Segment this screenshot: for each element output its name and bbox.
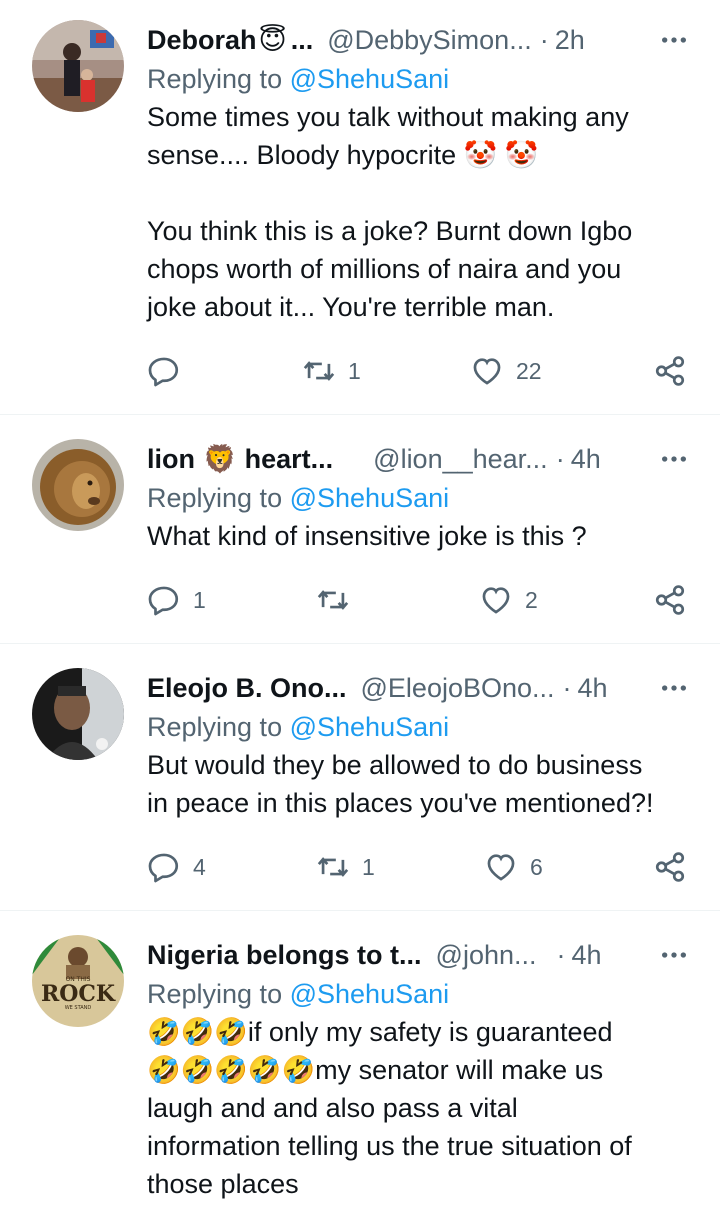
reply-item[interactable]: lion 🦁 heart... @lion__hear... · 4h Repl… bbox=[0, 415, 720, 644]
display-name-suffix[interactable]: heart... bbox=[245, 444, 334, 475]
reply-text: But would they be allowed to do business… bbox=[147, 750, 654, 818]
name-emoji: 😇 bbox=[258, 24, 287, 56]
reply-text: What kind of insensitive joke is this ? bbox=[147, 521, 587, 551]
heart-icon bbox=[482, 587, 510, 614]
reply-text: 🤣🤣🤣if only my safety is guaranteed 🤣🤣🤣🤣🤣… bbox=[147, 1017, 632, 1199]
like-button[interactable]: 6 bbox=[484, 850, 543, 884]
like-count: 22 bbox=[516, 357, 542, 384]
mention-link[interactable]: @ShehuSani bbox=[290, 483, 450, 513]
timestamp[interactable]: 2h bbox=[555, 25, 585, 56]
more-options-button[interactable] bbox=[658, 668, 690, 708]
retweet-icon bbox=[303, 361, 335, 381]
retweet-icon bbox=[317, 590, 349, 610]
user-handle[interactable]: @EleojoBOno... bbox=[361, 673, 555, 704]
retweet-button[interactable]: 1 bbox=[316, 850, 375, 884]
user-handle[interactable]: @lion__hear... bbox=[373, 444, 548, 475]
timestamp[interactable]: 4h bbox=[578, 673, 608, 704]
reply-item[interactable]: ON THIS ROCK WE STAND Nigeria belongs to… bbox=[0, 911, 720, 1227]
more-dots-icon bbox=[662, 685, 686, 691]
reply-button[interactable]: 4 bbox=[147, 850, 206, 884]
reply-header: Deborah 😇 ... @DebbySimon... · 2h bbox=[147, 20, 690, 60]
reply-bubble-icon bbox=[148, 357, 179, 387]
reply-button[interactable]: 1 bbox=[147, 583, 206, 617]
mention-link[interactable]: @ShehuSani bbox=[290, 64, 450, 94]
like-button[interactable]: 22 bbox=[470, 354, 542, 388]
avatar[interactable] bbox=[32, 439, 124, 531]
share-icon bbox=[655, 356, 685, 386]
share-button[interactable] bbox=[653, 354, 687, 388]
timestamp[interactable]: 4h bbox=[571, 444, 601, 475]
replying-to: Replying to @ShehuSani bbox=[147, 975, 690, 1013]
avatar-text-bottom: WE STAND bbox=[65, 1005, 92, 1011]
more-dots-icon bbox=[662, 456, 686, 462]
share-button[interactable] bbox=[653, 583, 687, 617]
retweet-button[interactable]: 1 bbox=[302, 354, 361, 388]
separator-dot: · bbox=[555, 443, 565, 474]
heart-icon bbox=[487, 854, 515, 881]
more-dots-icon bbox=[662, 37, 686, 43]
action-bar: 4 1 6 bbox=[0, 850, 720, 890]
avatar[interactable]: ON THIS ROCK WE STAND bbox=[32, 935, 124, 1027]
retweet-button[interactable] bbox=[316, 583, 362, 617]
share-button[interactable] bbox=[653, 850, 687, 884]
reply-item[interactable]: Deborah 😇 ... @DebbySimon... · 2h Replyi… bbox=[0, 0, 720, 415]
user-handle[interactable]: @john... bbox=[436, 940, 537, 971]
like-count: 6 bbox=[530, 853, 543, 880]
replying-to: Replying to @ShehuSani bbox=[147, 479, 690, 517]
mention-link[interactable]: @ShehuSani bbox=[290, 712, 450, 742]
more-options-button[interactable] bbox=[658, 439, 690, 479]
reply-count: 1 bbox=[193, 586, 206, 613]
timestamp[interactable]: 4h bbox=[572, 940, 602, 971]
retweet-count: 1 bbox=[348, 357, 361, 384]
retweet-icon bbox=[317, 857, 349, 877]
share-icon bbox=[655, 585, 685, 615]
like-button[interactable]: 2 bbox=[479, 583, 538, 617]
reply-header: Nigeria belongs to t... @john... · 4h bbox=[147, 935, 690, 975]
reply-header: lion 🦁 heart... @lion__hear... · 4h bbox=[147, 439, 690, 479]
replying-prefix: Replying to bbox=[147, 483, 283, 513]
avatar[interactable] bbox=[32, 20, 124, 112]
separator-dot: · bbox=[556, 939, 566, 970]
replying-to: Replying to @ShehuSani bbox=[147, 60, 690, 98]
share-icon bbox=[655, 852, 685, 882]
separator-dot: · bbox=[539, 24, 549, 55]
display-name[interactable]: Eleojo B. Ono... bbox=[147, 673, 347, 704]
more-options-button[interactable] bbox=[658, 935, 690, 975]
reply-header: Eleojo B. Ono... @EleojoBOno... · 4h bbox=[147, 668, 690, 708]
reply-text: Some times you talk without making any s… bbox=[147, 102, 633, 322]
action-bar: 1 22 bbox=[0, 354, 720, 394]
replying-prefix: Replying to bbox=[147, 64, 283, 94]
replying-prefix: Replying to bbox=[147, 979, 283, 1009]
name-emoji: 🦁 bbox=[203, 444, 237, 475]
heart-icon bbox=[473, 358, 501, 385]
replies-feed: Deborah 😇 ... @DebbySimon... · 2h Replyi… bbox=[0, 0, 720, 1227]
replying-to: Replying to @ShehuSani bbox=[147, 708, 690, 746]
display-name[interactable]: lion bbox=[147, 444, 195, 475]
reply-bubble-icon bbox=[148, 586, 179, 616]
more-options-button[interactable] bbox=[658, 20, 690, 60]
user-handle[interactable]: @DebbySimon... bbox=[327, 25, 532, 56]
mention-link[interactable]: @ShehuSani bbox=[290, 979, 450, 1009]
reply-bubble-icon bbox=[148, 853, 179, 883]
separator-dot: · bbox=[562, 672, 572, 703]
reply-item[interactable]: Eleojo B. Ono... @EleojoBOno... · 4h Rep… bbox=[0, 644, 720, 911]
name-ellipsis: ... bbox=[290, 24, 314, 55]
action-bar: 1 2 bbox=[0, 583, 720, 623]
display-name[interactable]: Deborah bbox=[147, 25, 257, 56]
avatar-text-main: ROCK bbox=[41, 981, 116, 1007]
reply-button[interactable] bbox=[147, 354, 193, 388]
display-name[interactable]: Nigeria belongs to t... bbox=[147, 940, 422, 971]
replying-prefix: Replying to bbox=[147, 712, 283, 742]
retweet-count: 1 bbox=[362, 853, 375, 880]
avatar[interactable] bbox=[32, 668, 124, 760]
more-dots-icon bbox=[662, 952, 686, 958]
like-count: 2 bbox=[525, 586, 538, 613]
reply-count: 4 bbox=[193, 853, 206, 880]
